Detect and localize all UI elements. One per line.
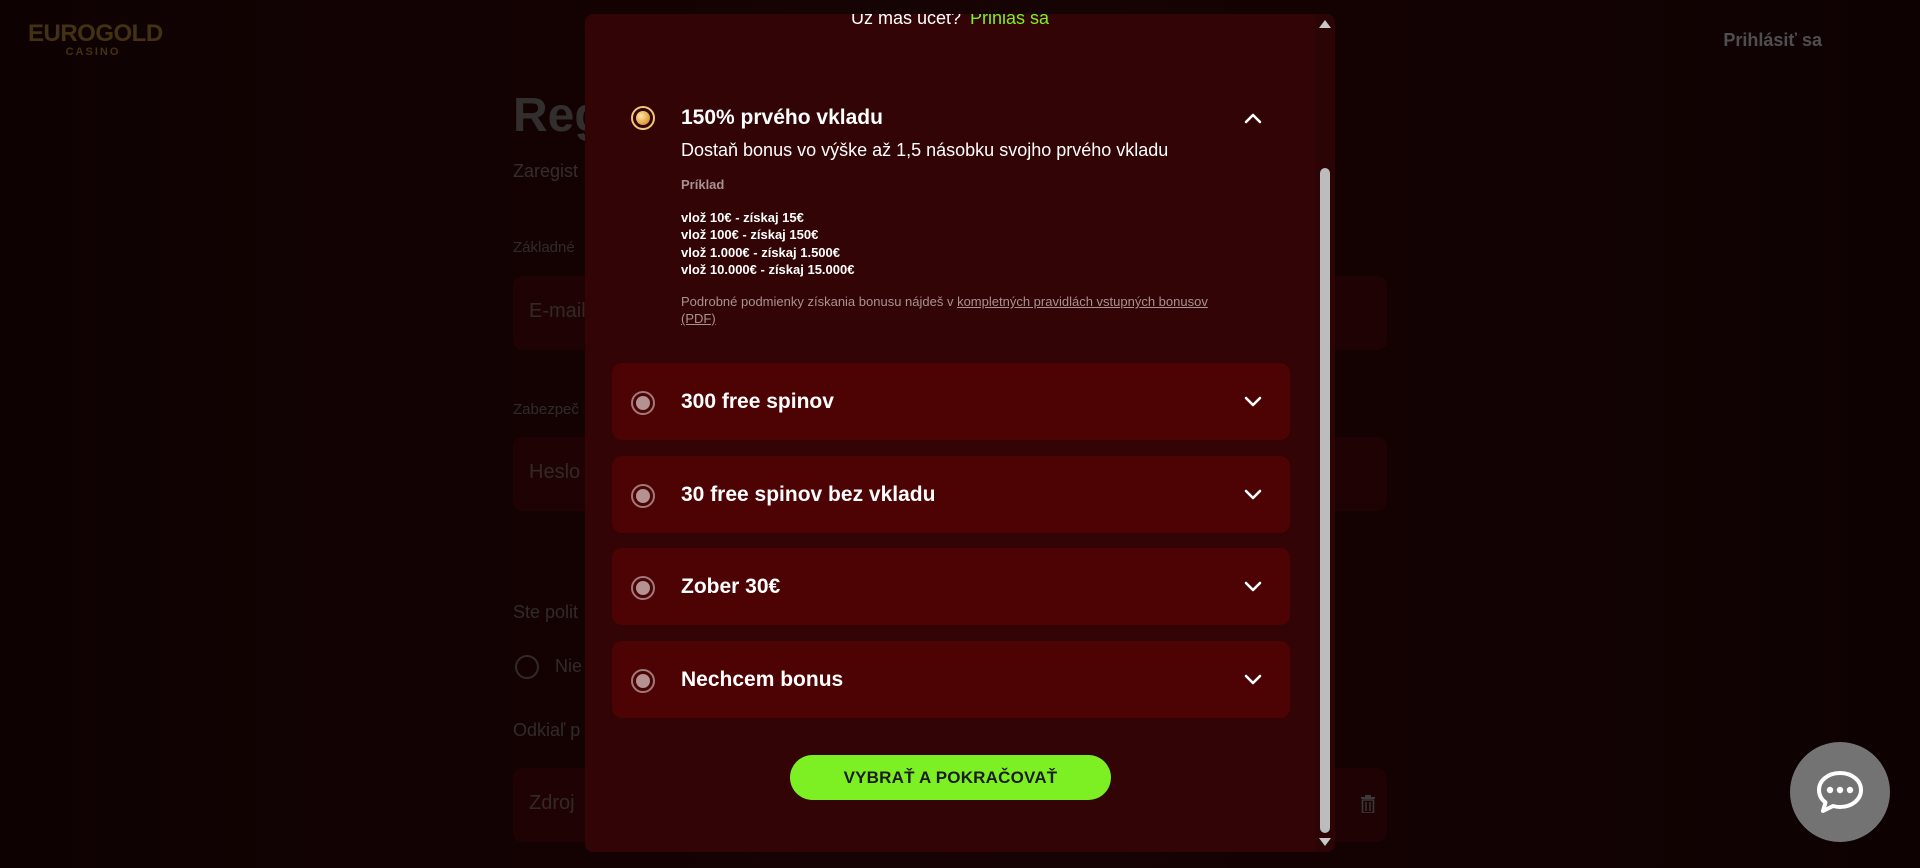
- chevron-down-icon[interactable]: [1244, 674, 1262, 686]
- bonus-option-30-spins-no-deposit[interactable]: 30 free spinov bez vkladu: [612, 456, 1290, 533]
- radio-unselected-icon[interactable]: [631, 576, 655, 600]
- select-and-continue-button[interactable]: VYBRAŤ A POKRAČOVAŤ: [790, 755, 1111, 800]
- bonus-description: Dostaň bonus vo výške až 1,5 násobku svo…: [681, 140, 1169, 160]
- terms-text: Podrobné podmienky získania bonusu nájde…: [681, 294, 958, 309]
- bonus-option-no-bonus[interactable]: Nechcem bonus: [612, 641, 1290, 718]
- radio-unselected-icon[interactable]: [631, 391, 655, 415]
- chevron-down-icon[interactable]: [1244, 396, 1262, 408]
- chevron-down-icon[interactable]: [1244, 581, 1262, 593]
- chevron-down-icon[interactable]: [1244, 489, 1262, 501]
- example-line: vlož 100€ - získaj 150€: [681, 227, 819, 242]
- bonus-option-title: 150% prvého vkladu: [681, 106, 883, 129]
- radio-unselected-icon[interactable]: [631, 484, 655, 508]
- chat-bubble-icon: [1817, 771, 1863, 813]
- scroll-down-arrow-icon[interactable]: [1319, 838, 1331, 846]
- radio-unselected-icon[interactable]: [631, 669, 655, 693]
- bonus-option-title: 30 free spinov bez vkladu: [681, 483, 936, 506]
- have-account-text: Už máš účet?: [850, 14, 961, 28]
- modal-content: Už máš účet? Prihlás sa 150% prvého vkla…: [585, 14, 1315, 852]
- bonus-option-300-spins[interactable]: 300 free spinov: [612, 363, 1290, 440]
- scrollbar-thumb[interactable]: [1320, 168, 1330, 833]
- have-account-row: Už máš účet? Prihlás sa: [585, 14, 1315, 29]
- chat-button[interactable]: [1790, 742, 1890, 842]
- example-line: vlož 1.000€ - získaj 1.500€: [681, 245, 840, 260]
- scroll-up-arrow-icon[interactable]: [1319, 20, 1331, 28]
- bonus-selection-modal: Už máš účet? Prihlás sa 150% prvého vkla…: [585, 14, 1335, 852]
- bonus-option-title: Nechcem bonus: [681, 668, 844, 691]
- radio-selected-icon[interactable]: [631, 106, 655, 130]
- bonus-option-title: Zober 30€: [681, 575, 781, 598]
- example-line: vlož 10.000€ - získaj 15.000€: [681, 262, 855, 277]
- modal-scrollbar[interactable]: [1315, 14, 1335, 852]
- example-label: Príklad: [681, 177, 725, 192]
- chevron-up-icon[interactable]: [1244, 112, 1262, 124]
- bonus-option-title: 300 free spinov: [681, 390, 834, 413]
- bonus-terms: Podrobné podmienky získania bonusu nájde…: [681, 293, 1241, 327]
- bonus-option-take-30[interactable]: Zober 30€: [612, 548, 1290, 625]
- example-line: vlož 10€ - získaj 15€: [681, 210, 804, 225]
- modal-login-link[interactable]: Prihlás sa: [970, 14, 1049, 28]
